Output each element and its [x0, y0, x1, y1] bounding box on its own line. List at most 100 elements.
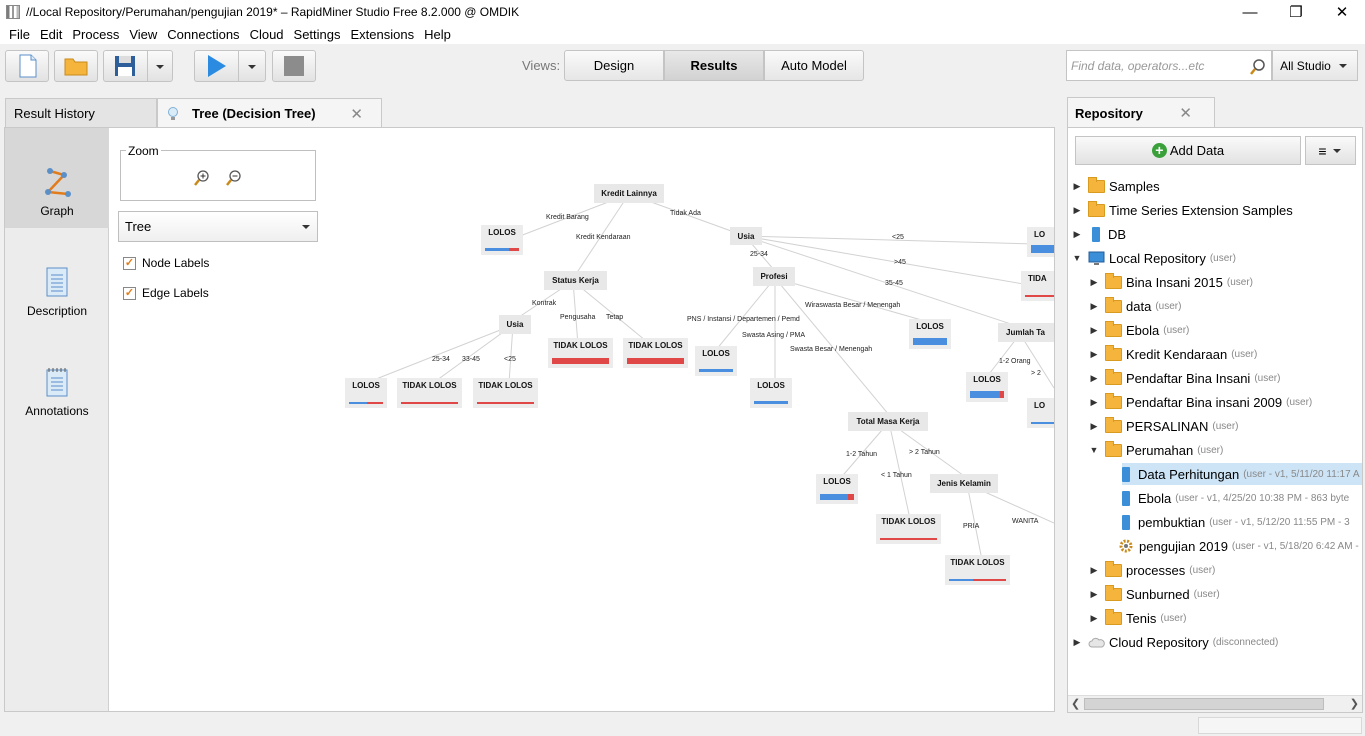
expand-arrow-icon[interactable]: ▶	[1089, 421, 1099, 432]
menu-cloud[interactable]: Cloud	[250, 27, 284, 42]
collapse-arrow-icon[interactable]: ▼	[1089, 445, 1099, 455]
tree-node[interactable]: Total Masa Kerja	[848, 412, 928, 431]
menu-help[interactable]: Help	[424, 27, 451, 42]
results-view-button[interactable]: Results	[664, 50, 764, 81]
tree-leaf[interactable]: LO	[1027, 398, 1054, 428]
expand-arrow-icon[interactable]: ▶	[1089, 277, 1099, 288]
tree-leaf[interactable]: LOLOS	[966, 372, 1008, 402]
repo-item-sunburned[interactable]: ▶ Sunburned (user)	[1089, 583, 1220, 605]
repo-item-data[interactable]: ▶ data (user)	[1089, 295, 1181, 317]
repo-item-ebola-data[interactable]: Ebola (user - v1, 4/25/20 10:38 PM - 863 …	[1122, 487, 1362, 509]
menu-extensions[interactable]: Extensions	[351, 27, 415, 42]
expand-arrow-icon[interactable]: ▶	[1089, 613, 1099, 624]
repo-item-processes[interactable]: ▶ processes (user)	[1089, 559, 1215, 581]
save-dropdown-button[interactable]	[147, 50, 173, 82]
tree-leaf[interactable]: TIDAK LOLOS	[876, 514, 941, 544]
decision-tree-graph[interactable]: Kredit Lainnya Usia Status Kerja Profesi…	[320, 128, 1054, 711]
repo-item-samples[interactable]: ▶ Samples	[1072, 175, 1160, 197]
repo-item-pengujian-2019[interactable]: pengujian 2019 (user - v1, 5/18/20 6:42 A…	[1118, 535, 1362, 557]
scroll-left-icon[interactable]: ❮	[1071, 697, 1080, 710]
repo-item-cloud-repository[interactable]: ▶ Cloud Repository (disconnected)	[1072, 631, 1279, 653]
menu-connections[interactable]: Connections	[167, 27, 239, 42]
repo-item-pembuktian[interactable]: pembuktian (user - v1, 5/12/20 11:55 PM -…	[1122, 511, 1362, 533]
new-process-button[interactable]	[5, 50, 49, 82]
tree-leaf[interactable]: LOLOS	[481, 225, 523, 255]
tree-leaf[interactable]: LOLOS	[695, 346, 737, 376]
menu-edit[interactable]: Edit	[40, 27, 62, 42]
tree-node[interactable]: Jumlah Ta	[998, 323, 1054, 342]
zoom-in-icon[interactable]	[193, 169, 211, 187]
expand-arrow-icon[interactable]: ▶	[1072, 229, 1082, 240]
nav-graph[interactable]: Graph	[5, 128, 109, 228]
tree-leaf[interactable]: TIDAK LOLOS	[397, 378, 462, 408]
expand-arrow-icon[interactable]: ▶	[1089, 397, 1099, 408]
repo-item-kredit-kendaraan[interactable]: ▶ Kredit Kendaraan (user)	[1089, 343, 1257, 365]
repository-menu-button[interactable]: ≡	[1305, 136, 1356, 165]
tree-leaf[interactable]: TIDA	[1021, 271, 1054, 301]
restore-button[interactable]: ❐	[1273, 0, 1319, 24]
tab-tree-decision-tree[interactable]: Tree (Decision Tree) ✕	[157, 98, 382, 128]
repo-item-pendaftar-2009[interactable]: ▶ Pendaftar Bina insani 2009 (user)	[1089, 391, 1312, 413]
expand-arrow-icon[interactable]: ▶	[1072, 637, 1082, 648]
search-input[interactable]: Find data, operators...etc	[1066, 50, 1272, 81]
open-button[interactable]	[54, 50, 98, 82]
scroll-right-icon[interactable]: ❯	[1350, 697, 1359, 710]
tree-leaf[interactable]: LOLOS	[750, 378, 792, 408]
tree-node[interactable]: Profesi	[753, 267, 795, 286]
close-tab-icon[interactable]: ✕	[350, 105, 363, 123]
node-labels-checkbox[interactable]: ✓ Node Labels	[123, 256, 209, 270]
nav-description[interactable]: Description	[5, 228, 109, 328]
zoom-out-icon[interactable]	[225, 169, 243, 187]
tab-repository[interactable]: Repository ✕	[1067, 97, 1215, 128]
run-dropdown-button[interactable]	[238, 50, 266, 82]
expand-arrow-icon[interactable]: ▶	[1089, 325, 1099, 336]
tree-leaf[interactable]: LOLOS	[909, 319, 951, 349]
tree-leaf[interactable]: LOLOS	[816, 474, 858, 504]
expand-arrow-icon[interactable]: ▶	[1089, 565, 1099, 576]
expand-arrow-icon[interactable]: ▶	[1089, 589, 1099, 600]
tree-node[interactable]: Jenis Kelamin	[930, 474, 998, 493]
tree-leaf[interactable]: TIDAK LOLOS	[945, 555, 1010, 585]
tree-node[interactable]: Usia	[730, 227, 762, 245]
tree-node[interactable]: Status Kerja	[544, 271, 607, 290]
menu-process[interactable]: Process	[72, 27, 119, 42]
save-button[interactable]	[103, 50, 147, 82]
repo-item-time-series[interactable]: ▶ Time Series Extension Samples	[1072, 199, 1293, 221]
repo-item-bina-insani-2015[interactable]: ▶ Bina Insani 2015 (user)	[1089, 271, 1253, 293]
tree-leaf[interactable]: LOLOS	[345, 378, 387, 408]
repo-item-ebola-folder[interactable]: ▶ Ebola (user)	[1089, 319, 1189, 341]
search-icon[interactable]	[1249, 58, 1267, 76]
repo-item-tenis[interactable]: ▶ Tenis (user)	[1089, 607, 1186, 629]
repo-item-perumahan[interactable]: ▼ Perumahan (user)	[1089, 439, 1223, 461]
repo-item-persalinan[interactable]: ▶ PERSALINAN (user)	[1089, 415, 1239, 437]
expand-arrow-icon[interactable]: ▶	[1089, 373, 1099, 384]
horizontal-scrollbar[interactable]: ❮ ❯	[1068, 695, 1362, 712]
tree-node[interactable]: Kredit Lainnya	[594, 184, 664, 203]
tree-leaf[interactable]: TIDAK LOLOS	[473, 378, 538, 408]
menu-view[interactable]: View	[129, 27, 157, 42]
menu-file[interactable]: File	[9, 27, 30, 42]
close-window-button[interactable]: ✕	[1319, 0, 1365, 24]
tree-leaf[interactable]: TIDAK LOLOS	[623, 338, 688, 368]
repo-item-data-perhitungan[interactable]: Data Perhitungan (user - v1, 5/11/20 11:1…	[1122, 463, 1362, 485]
run-button[interactable]	[194, 50, 238, 82]
tree-leaf[interactable]: LO	[1027, 227, 1054, 257]
auto-model-view-button[interactable]: Auto Model	[764, 50, 864, 81]
tree-leaf[interactable]: TIDAK LOLOS	[548, 338, 613, 368]
expand-arrow-icon[interactable]: ▶	[1072, 205, 1082, 216]
stop-button[interactable]	[272, 50, 316, 82]
minimize-button[interactable]: —	[1227, 0, 1273, 24]
tab-result-history[interactable]: Result History	[5, 98, 157, 128]
collapse-arrow-icon[interactable]: ▼	[1072, 253, 1082, 263]
layout-select[interactable]: Tree	[118, 211, 318, 242]
expand-arrow-icon[interactable]: ▶	[1072, 181, 1082, 192]
repo-item-pendaftar-bina-insani[interactable]: ▶ Pendaftar Bina Insani (user)	[1089, 367, 1280, 389]
design-view-button[interactable]: Design	[564, 50, 664, 81]
repo-item-local-repository[interactable]: ▼ Local Repository (user)	[1072, 247, 1236, 269]
tree-node[interactable]: Usia	[499, 315, 531, 334]
expand-arrow-icon[interactable]: ▶	[1089, 349, 1099, 360]
scrollbar-thumb[interactable]	[1084, 698, 1324, 710]
add-data-button[interactable]: + Add Data	[1075, 136, 1301, 165]
search-scope-dropdown[interactable]: All Studio	[1272, 50, 1358, 81]
close-tab-icon[interactable]: ✕	[1179, 104, 1192, 122]
